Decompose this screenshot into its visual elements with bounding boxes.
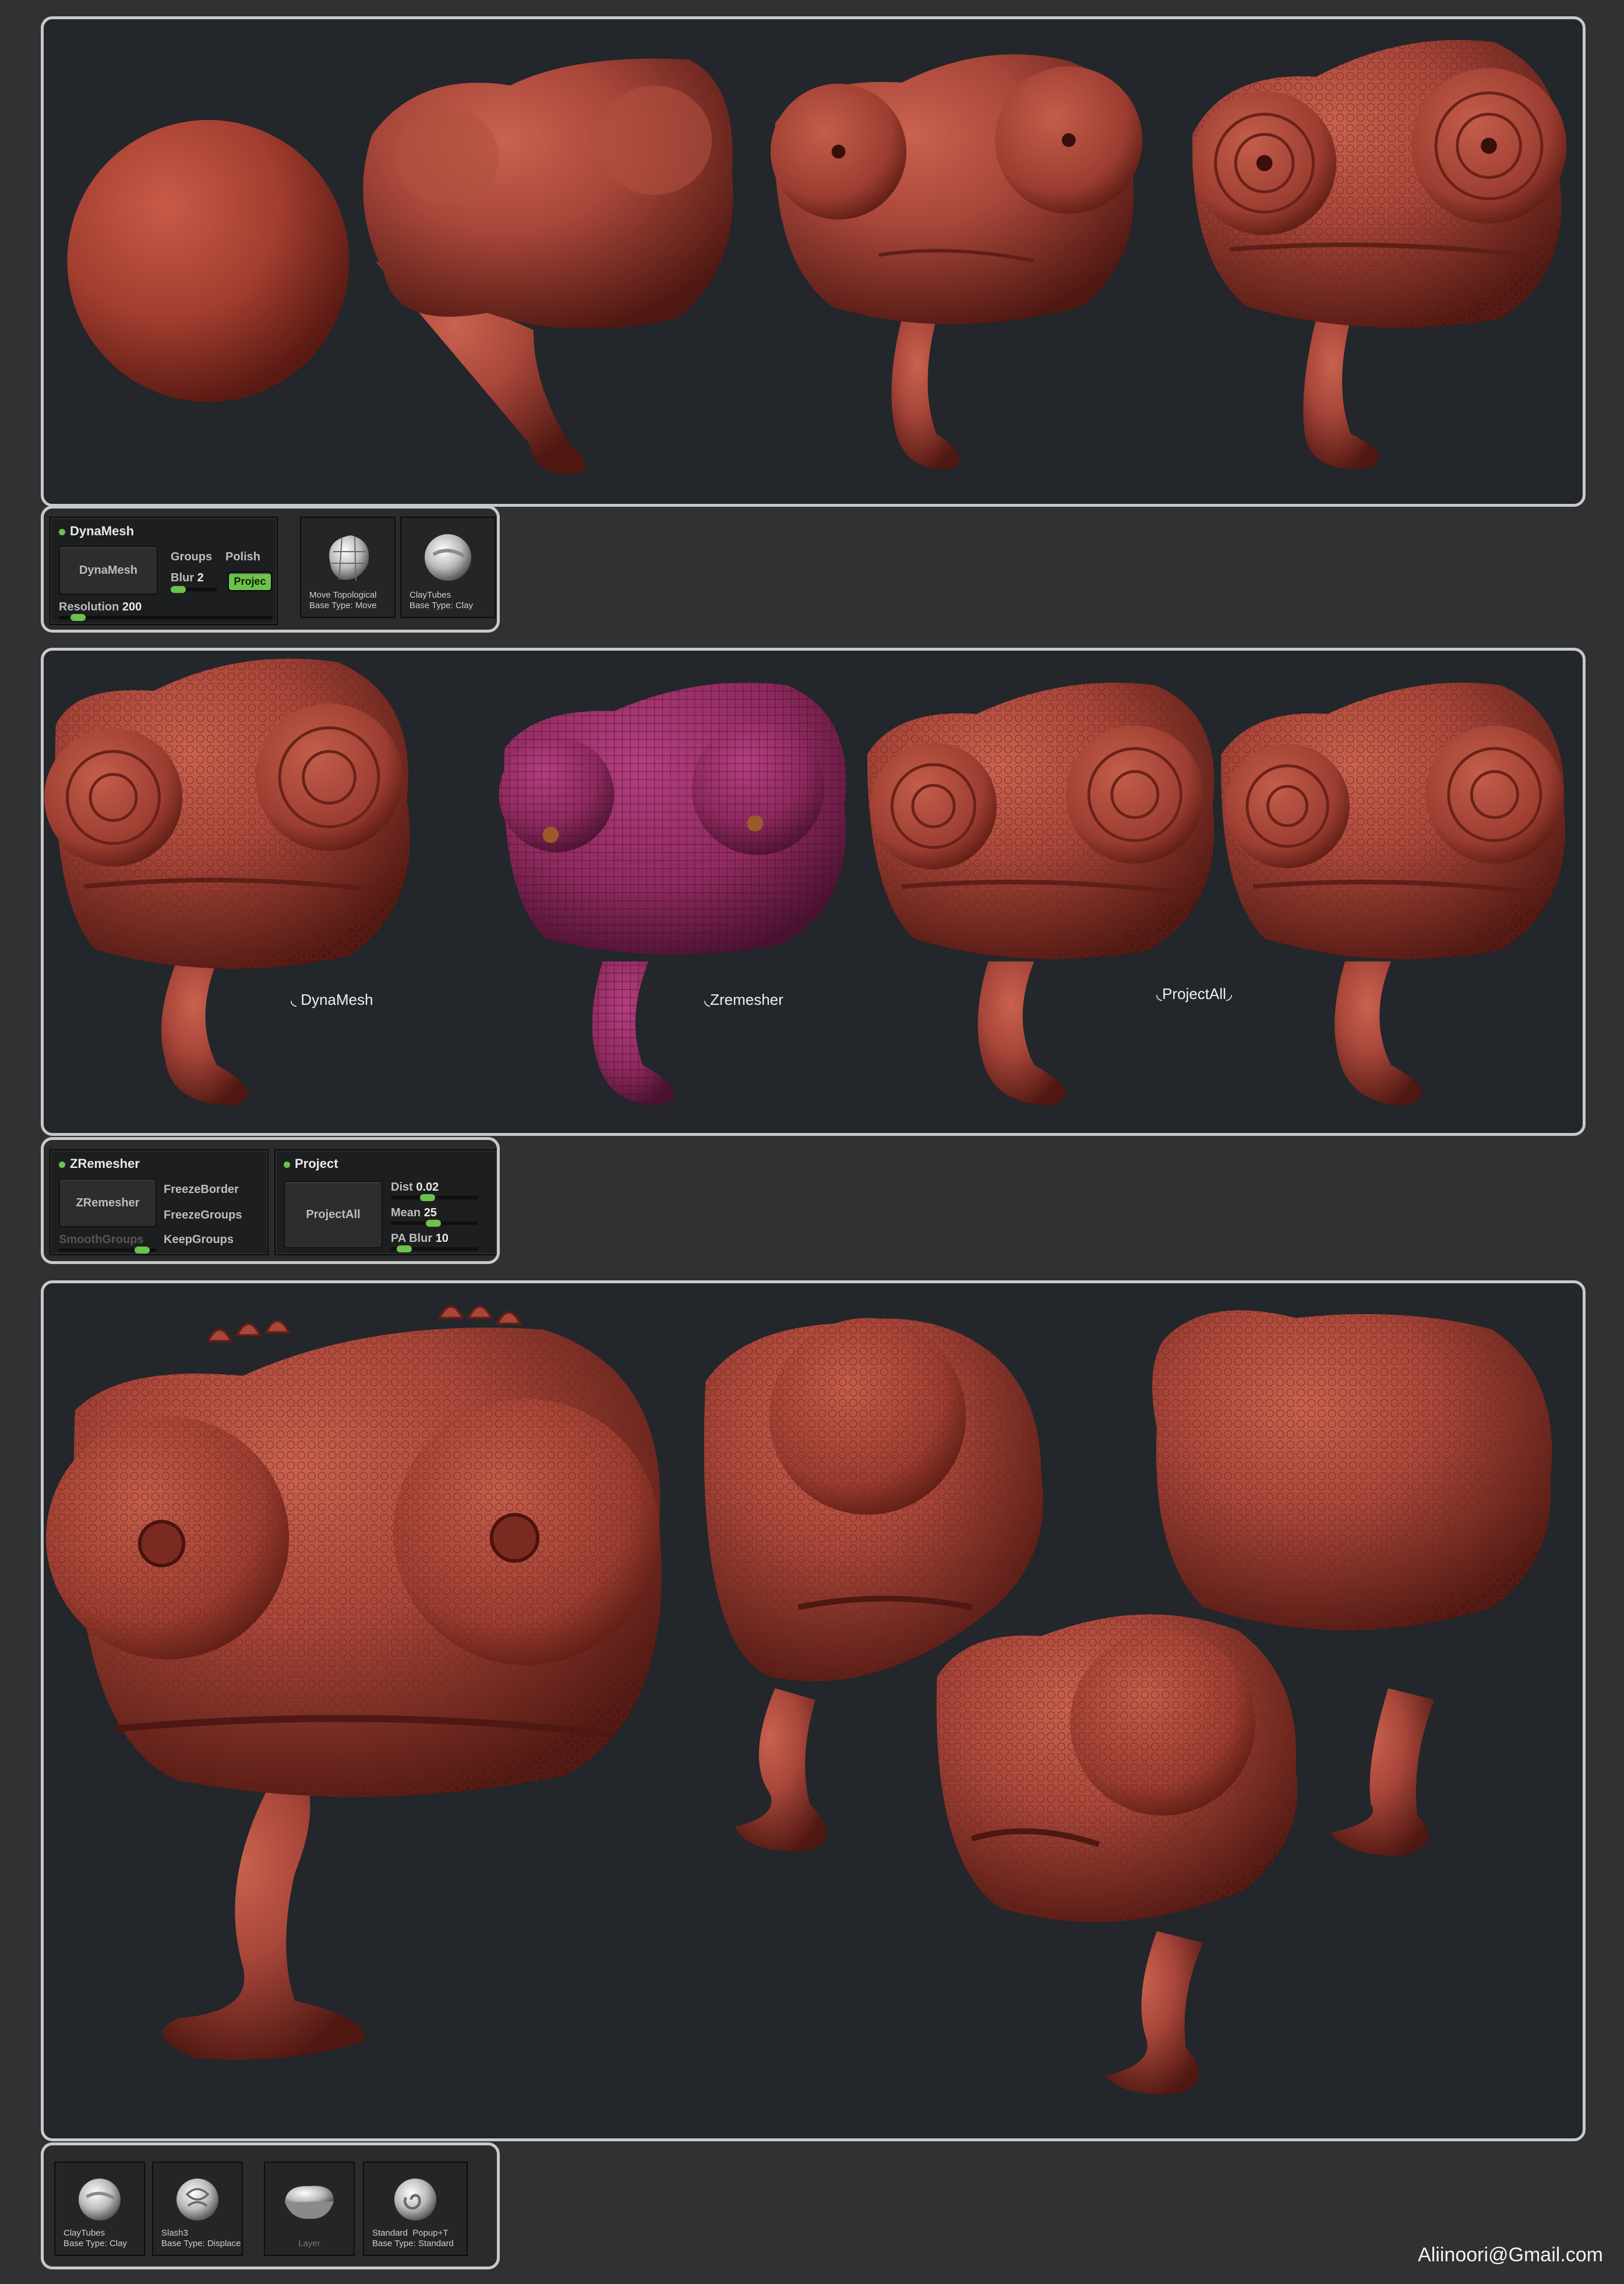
resolution-slider[interactable] (59, 614, 272, 621)
smooth-groups-slider-track[interactable] (59, 1247, 157, 1254)
brush-tool-row: ClayTubes Base Type: Clay Slash3 Base Type… (41, 2142, 500, 2269)
dynamesh-panel: DynaMesh DynaMesh Groups Polish Blur 2 P… (50, 517, 278, 625)
brush-caption: Slash3 Base Type: Displace (161, 2228, 241, 2248)
dynamesh-head (44, 658, 410, 1106)
smooth-groups-slider[interactable]: SmoothGroups (59, 1233, 144, 1247)
retopology-scene (44, 658, 1566, 1106)
slash3-brush-icon (176, 2179, 218, 2221)
progression-viewport (41, 16, 1586, 507)
brush-tile-layer[interactable]: Layer (264, 2162, 355, 2256)
brush-tile-claytubes[interactable]: ClayTubes Base Type: Clay (400, 517, 496, 618)
detailed-head-stage-4 (1192, 40, 1567, 469)
projectall-head (1221, 682, 1566, 1106)
keep-groups-toggle[interactable]: KeepGroups (164, 1233, 234, 1247)
brush-tile-slash3[interactable]: Slash3 Base Type: Displace (152, 2162, 243, 2256)
freeze-border-toggle[interactable]: FreezeBorder (164, 1183, 239, 1196)
panel-active-dot (59, 528, 65, 535)
annotation-dynamesh: ◟ DynaMesh (291, 991, 373, 1008)
dynamesh-button[interactable]: DynaMesh (59, 546, 158, 595)
polish-toggle[interactable]: Polish (225, 550, 260, 564)
dynamesh-tool-row: DynaMesh DynaMesh Groups Polish Blur 2 P… (41, 506, 500, 633)
resolution-slider-label[interactable]: Resolution 200 (59, 601, 142, 614)
zremesher-button[interactable]: ZRemesher (59, 1178, 157, 1227)
zremesher-panel: ZRemesher ZRemesher FreezeBorder FreezeG… (50, 1149, 269, 1255)
brush-caption: ClayTubes Base Type: Clay (409, 590, 473, 610)
zremesher-panel-title: ZRemesher (59, 1156, 140, 1171)
freeze-groups-toggle[interactable]: FreezeGroups (164, 1209, 242, 1222)
claytubes-brush-icon (425, 534, 471, 581)
blur-slider-label[interactable]: Blur 2 (171, 571, 204, 585)
layer-brush-icon (285, 2186, 334, 2219)
panel-active-dot (284, 1161, 290, 1168)
project-panel: Project ProjectAll Dist 0.02 Mean 25 PA … (274, 1149, 497, 1255)
annotation-projectall: ◟ProjectAll◞ (1156, 985, 1232, 1002)
retopology-viewport: ◟ DynaMesh ◟Zremesher ◟ProjectAll◞ (41, 648, 1586, 1136)
annotation-zremesher: ◟Zremesher (704, 991, 783, 1008)
panel-active-dot (59, 1161, 65, 1168)
projectall-button[interactable]: ProjectAll (284, 1181, 383, 1248)
mean-slider-label[interactable]: Mean 25 (391, 1206, 437, 1220)
dist-slider[interactable] (391, 1194, 478, 1201)
move-topological-brush-icon (329, 535, 369, 581)
project-toggle[interactable]: Projec (228, 571, 272, 591)
blockout-head-stage-2 (363, 58, 733, 474)
pablur-slider-label[interactable]: PA Blur 10 (391, 1232, 449, 1245)
projected-head (867, 682, 1215, 1106)
dynamesh-sphere (67, 119, 349, 403)
brush-caption: ClayTubes Base Type: Clay (63, 2228, 127, 2248)
blur-slider[interactable] (171, 586, 217, 593)
dynamesh-panel-title: DynaMesh (59, 524, 134, 539)
blockout-head-stage-3 (770, 54, 1143, 469)
claytubes-brush-icon (79, 2179, 121, 2221)
brush-caption: Layer (298, 2239, 320, 2248)
progression-scene (67, 40, 1567, 474)
brush-tile-standard[interactable]: Standard Popup+T Base Type: Standard (363, 2162, 468, 2256)
final-detail-viewport (41, 1280, 1586, 2141)
groups-toggle[interactable]: Groups (171, 550, 212, 564)
zremesher-tool-row: ZRemesher ZRemesher FreezeBorder FreezeG… (41, 1137, 500, 1264)
mean-slider[interactable] (391, 1220, 478, 1227)
final-detail-scene (45, 1305, 1552, 2095)
dist-slider-label[interactable]: Dist 0.02 (391, 1181, 439, 1194)
brush-tile-claytubes-2[interactable]: ClayTubes Base Type: Clay (54, 2162, 145, 2256)
brush-tile-move-topological[interactable]: Move Topological Base Type: Move (300, 517, 396, 618)
author-email: Aliinoori@Gmail.com (1418, 2244, 1603, 2266)
front-view-head (45, 1305, 662, 2060)
brush-caption: Standard Popup+T Base Type: Standard (372, 2228, 454, 2248)
pablur-slider[interactable] (391, 1245, 478, 1252)
brush-caption: Move Topological Base Type: Move (309, 590, 377, 610)
side-view-head (936, 1614, 1298, 2095)
standard-brush-icon (394, 2179, 436, 2221)
zremesher-head (499, 682, 846, 1106)
project-panel-title: Project (284, 1156, 338, 1171)
